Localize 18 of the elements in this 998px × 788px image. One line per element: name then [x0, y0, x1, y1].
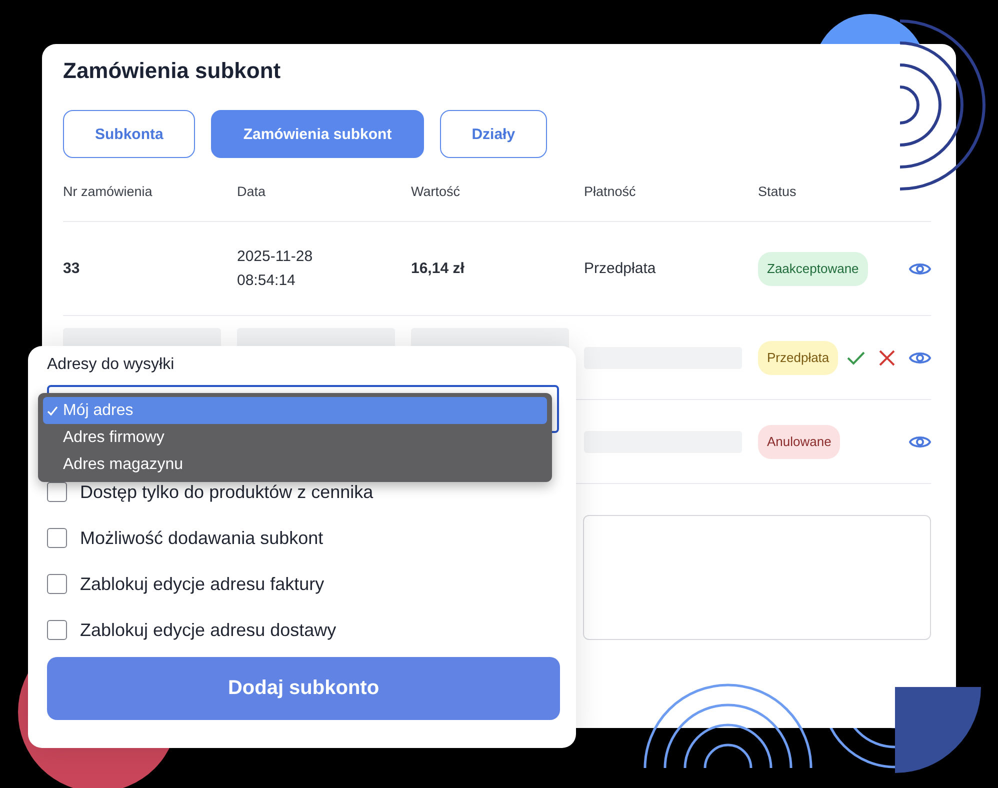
checkbox-label: Dostęp tylko do produktów z cennika: [80, 482, 374, 502]
status-badge: Zaakceptowane: [758, 252, 868, 286]
column-header: Data: [237, 184, 267, 199]
table-cell-text: 33: [63, 258, 81, 278]
column-header: Płatność: [584, 184, 637, 199]
panel-title: Zamówienia subkont: [63, 58, 282, 85]
table-cell-text: 16,14 zł: [411, 258, 466, 278]
column-header: Wartość: [411, 184, 462, 199]
status-badge: Przedpłata: [758, 340, 838, 374]
status-badge: Anulowane: [758, 424, 840, 458]
table-cell-text: Przedpłata: [584, 258, 657, 278]
column-header: Status: [758, 184, 798, 199]
field-label: Adresy do wysyłki: [47, 356, 176, 374]
checkbox-label: Możliwość dodawania subkont: [80, 528, 324, 548]
checkbox-label: Zablokuj edycje adresu faktury: [80, 574, 324, 594]
column-header: Nr zamówienia: [63, 184, 154, 199]
checkbox-label: Zablokuj edycje adresu dostawy: [80, 620, 336, 640]
table-cell-text: 2025-11-28 08:54:14: [237, 246, 314, 290]
